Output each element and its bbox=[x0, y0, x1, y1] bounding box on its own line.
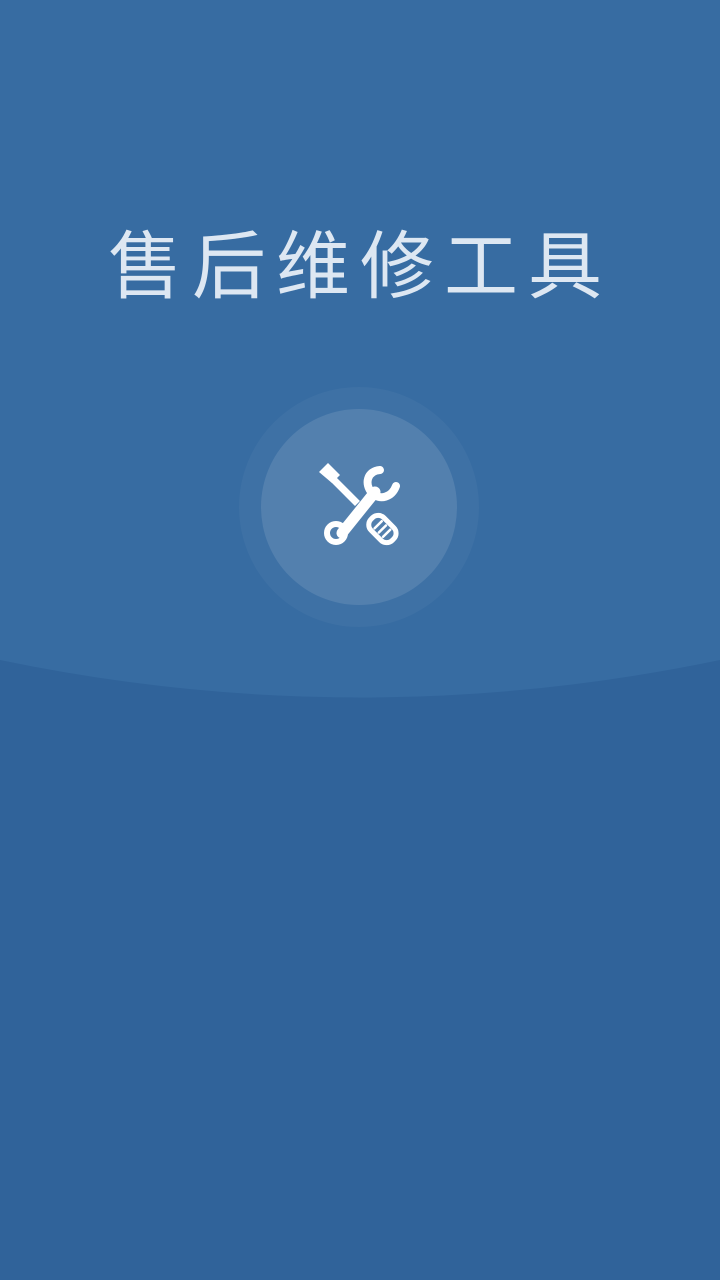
logo-circle bbox=[261, 409, 457, 605]
splash-screen: 售后维修工具 bbox=[0, 0, 720, 1280]
app-title: 售后维修工具 bbox=[108, 224, 612, 310]
app-logo bbox=[239, 387, 479, 627]
tools-icon bbox=[319, 463, 400, 546]
